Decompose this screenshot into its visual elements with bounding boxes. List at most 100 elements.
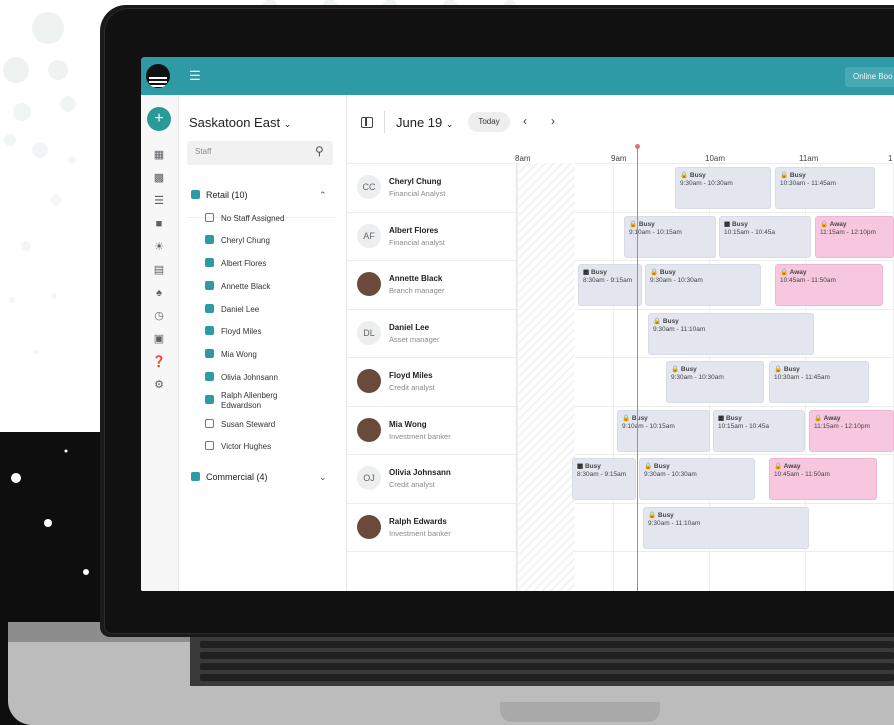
calendar-icon[interactable]: ▣: [150, 331, 168, 347]
group-checkbox[interactable]: [191, 472, 200, 481]
today-button[interactable]: Today: [468, 112, 510, 132]
staff-checkbox-item[interactable]: Cheryl Chung: [205, 235, 270, 245]
checkbox[interactable]: [205, 441, 214, 450]
staff-checkbox-item[interactable]: Daniel Lee: [205, 304, 259, 314]
staff-name[interactable]: Olivia Johnsann: [389, 468, 451, 477]
checkbox[interactable]: [205, 281, 214, 290]
brand-logo[interactable]: [146, 64, 170, 88]
staff-checkbox-item[interactable]: No Staff Assigned: [205, 213, 284, 223]
busy-event[interactable]: 🔒 Busy 10:30am - 11:45am: [775, 167, 875, 209]
list-icon[interactable]: ☰: [150, 193, 168, 209]
checkbox[interactable]: [205, 258, 214, 267]
staff-name[interactable]: Mia Wong: [389, 420, 427, 429]
status-label: Away: [789, 269, 807, 276]
staff-role: Investment banker: [389, 432, 451, 441]
away-event[interactable]: 🔒 Away 11:15am - 12:10pm: [815, 216, 894, 258]
staff-role: Asset manager: [389, 335, 440, 344]
staff-name[interactable]: Floyd Miles: [389, 371, 433, 380]
app-screen: ☰ Online Boo + ▦ ▩ ☰ ■ ☀ ▤ ♠ ◷ ▣ ❓ ⚙ Sas…: [141, 57, 894, 591]
team-icon[interactable]: ♠: [150, 285, 168, 301]
checkbox[interactable]: [205, 326, 214, 335]
top-bar: ☰ Online Boo: [141, 57, 894, 95]
event-status: ▦ Busy: [724, 221, 748, 228]
event-status: 🔒 Busy: [622, 415, 648, 422]
staff-checkbox-item[interactable]: Susan Steward: [205, 419, 275, 429]
chevron-down-icon[interactable]: ⌄: [319, 472, 327, 483]
staff-name[interactable]: Daniel Lee: [389, 323, 429, 332]
busy-event[interactable]: 🔒 Busy 10:30am - 11:45am: [769, 361, 869, 403]
status-label: Busy: [631, 415, 648, 422]
settings-icon[interactable]: ⚙: [150, 377, 168, 393]
status-label: Busy: [783, 366, 800, 373]
staff-name[interactable]: Cheryl Chung: [389, 177, 441, 186]
checkbox[interactable]: [205, 304, 214, 313]
branch-selector[interactable]: Saskatoon East ⌄: [189, 115, 291, 130]
checkbox[interactable]: [205, 395, 214, 404]
busy-event[interactable]: ▦ Busy 10:15am - 10:45a: [719, 216, 811, 258]
busy-event[interactable]: 🔒 Busy 9:30am - 10:30am: [666, 361, 764, 403]
busy-event[interactable]: 🔒 Busy 9:30am - 11:10am: [648, 313, 814, 355]
printer-icon[interactable]: ▩: [150, 170, 168, 186]
lightbulb-icon[interactable]: ☀: [150, 239, 168, 255]
event-time: 8:30am - 9:15am: [583, 277, 633, 284]
busy-event[interactable]: ▦ Busy 10:15am - 10:45a: [713, 410, 805, 452]
staff-checkbox-item[interactable]: Albert Flores: [205, 258, 266, 268]
busy-event[interactable]: ▦ Busy 8:30am - 9:15am: [572, 458, 636, 500]
time-label: 10am: [705, 154, 726, 163]
sidebar-toggle-icon[interactable]: [361, 117, 373, 128]
staff-checkbox-item[interactable]: Victor Hughes: [205, 441, 271, 451]
status-label: Busy: [689, 172, 706, 179]
checkbox-label: Daniel Lee: [221, 305, 260, 314]
event-time: 8:30am - 9:15am: [577, 471, 627, 478]
away-event[interactable]: 🔒 Away 10:45am - 11:50am: [769, 458, 877, 500]
staff-name[interactable]: Annette Black: [389, 274, 442, 283]
group-checkbox[interactable]: [191, 190, 200, 199]
staff-checkbox-item[interactable]: Mia Wong: [205, 349, 257, 359]
staff-checkbox-item[interactable]: Ralph Allenberg Edwardson: [205, 391, 277, 411]
busy-event[interactable]: ▦ Busy 8:30am - 9:15am: [578, 264, 642, 306]
busy-event[interactable]: 🔒 Busy 9:30am - 11:10am: [643, 507, 809, 549]
keyboard-row: [200, 652, 894, 659]
busy-event[interactable]: 🔒 Busy 9:30am - 10:30am: [675, 167, 771, 209]
video-icon[interactable]: ■: [150, 216, 168, 232]
away-event[interactable]: 🔒 Away 10:45am - 11:50am: [775, 264, 883, 306]
staff-checkbox-item[interactable]: Annette Black: [205, 281, 270, 291]
checkbox[interactable]: [205, 213, 214, 222]
retail-group-header[interactable]: Retail (10): [191, 190, 248, 200]
icon-rail: + ▦ ▩ ☰ ■ ☀ ▤ ♠ ◷ ▣ ❓ ⚙: [141, 95, 179, 591]
current-time-line: [637, 147, 638, 591]
checkbox[interactable]: [205, 235, 214, 244]
checkbox[interactable]: [205, 372, 214, 381]
next-day-button[interactable]: ›: [551, 114, 555, 128]
staff-role: Credit analyst: [389, 480, 435, 489]
date-label: June 19: [396, 115, 443, 130]
away-event[interactable]: 🔒 Away 11:15am - 12:10pm: [809, 410, 894, 452]
date-picker[interactable]: June 19 ⌄: [396, 115, 453, 130]
staff-checkbox-item[interactable]: Olivia Johnsann: [205, 372, 278, 382]
busy-event[interactable]: 🔒 Busy 9:10am - 10:15am: [617, 410, 710, 452]
checkbox[interactable]: [205, 349, 214, 358]
search-placeholder: Staff: [195, 147, 212, 156]
online-booking-button[interactable]: Online Boo: [845, 67, 894, 87]
schedule-grid[interactable]: 🔒 Busy 9:30am - 10:30am 🔒 Busy 10:30am - 1…: [517, 163, 894, 591]
staff-name[interactable]: Ralph Edwards: [389, 517, 447, 526]
staff-name[interactable]: Albert Flores: [389, 226, 438, 235]
help-icon[interactable]: ❓: [150, 354, 168, 370]
menu-icon[interactable]: ☰: [189, 69, 201, 82]
status-label: Busy: [638, 221, 655, 228]
staff-role: Investment banker: [389, 529, 451, 538]
search-icon[interactable]: ⚲: [315, 144, 324, 158]
add-icon[interactable]: +: [147, 107, 171, 131]
chevron-up-icon[interactable]: ⌃: [319, 190, 327, 201]
status-label: Busy: [680, 366, 697, 373]
reports-icon[interactable]: ▤: [150, 262, 168, 278]
busy-event[interactable]: 🔒 Busy 9:30am - 10:30am: [645, 264, 761, 306]
dashboard-icon[interactable]: ▦: [150, 147, 168, 163]
staff-checkbox-item[interactable]: Floyd Miles: [205, 326, 261, 336]
busy-event[interactable]: 🔒 Busy 9:30am - 10:30am: [639, 458, 755, 500]
commercial-group-header[interactable]: Commercial (4): [191, 472, 268, 482]
checkbox[interactable]: [205, 419, 214, 428]
staff-search-input[interactable]: Staff ⚲: [187, 141, 333, 165]
prev-day-button[interactable]: ‹: [523, 114, 527, 128]
clock-icon[interactable]: ◷: [150, 308, 168, 324]
